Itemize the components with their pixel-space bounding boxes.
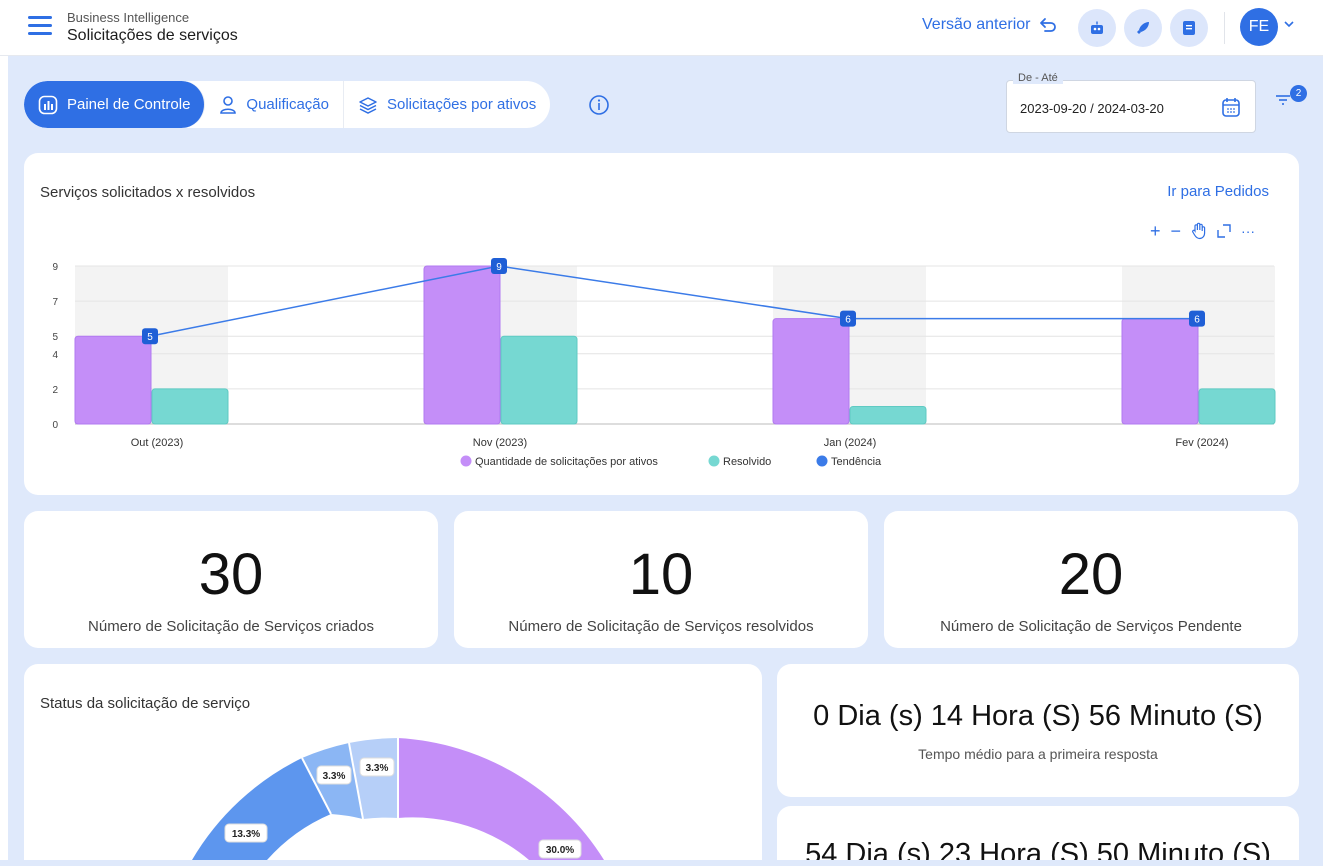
donut-label-text: 3.3% [366, 763, 389, 774]
bar-requests [74, 335, 152, 425]
requests-chart: 0 2 4 5 7 9 Out (2023) Nov (2023) Jan (2024) Fev … [52, 258, 1276, 468]
first-response-card: 0 Dia (s) 14 Hora (S) 56 Minuto (S) Temp… [777, 664, 1299, 797]
stat-card-pending: 20 Número de Solicitação de Serviços Pen… [884, 511, 1298, 648]
status-card: Status da solicitação de serviço 30.0% 1… [24, 664, 762, 864]
donut-label-text: 3.3% [323, 771, 346, 782]
data-label: 5 [147, 332, 153, 343]
stat-value: 30 [198, 542, 264, 607]
legend-marker [708, 455, 720, 467]
bar-resolved [849, 405, 927, 425]
stat-card-resolved: 10 Número de Solicitação de Serviços res… [454, 511, 868, 648]
y-tick-label: 7 [52, 297, 58, 308]
data-label: 9 [496, 262, 502, 273]
first-response-label: Tempo médio para a primeira resposta [918, 746, 1158, 762]
x-tick-label: Nov (2023) [473, 437, 527, 449]
bar-resolved [1198, 388, 1276, 425]
legend-label: Resolvido [723, 456, 771, 468]
first-response-value: 0 Dia (s) 14 Hora (S) 56 Minuto (S) [813, 700, 1263, 732]
y-tick-label: 4 [52, 350, 58, 361]
donut-label-3a: 3.3% [316, 765, 352, 785]
resolution-time-card: 54 Dia (s) 23 Hora (S) 50 Minuto (S) [777, 806, 1299, 866]
x-tick-label: Out (2023) [131, 437, 184, 449]
y-tick-label: 5 [52, 332, 58, 343]
y-tick-label: 0 [52, 420, 58, 431]
legend-label: Tendência [831, 456, 882, 468]
bar-requests [1121, 318, 1199, 425]
bar-requests [423, 265, 501, 425]
status-donut-chart: 30.0% 13.3% 3.3% 3.3% [192, 738, 604, 860]
legend-marker [816, 455, 828, 467]
donut-label-text: 30.0% [546, 845, 574, 856]
donut-label-3b: 3.3% [359, 757, 395, 777]
x-tick-label: Jan (2024) [824, 437, 877, 449]
bar-resolved [500, 335, 578, 425]
bar-requests [772, 318, 850, 425]
donut-label-30: 30.0% [538, 839, 582, 859]
donut-label-13: 13.3% [224, 823, 268, 843]
bar-resolved [151, 388, 229, 425]
y-tick-label: 2 [52, 385, 58, 396]
stat-card-created: 30 Número de Solicitação de Serviços cri… [24, 511, 438, 648]
bottom-edge [0, 860, 1323, 866]
donut-label-text: 13.3% [232, 829, 260, 840]
stat-value: 10 [628, 542, 694, 607]
stat-label: Número de Solicitação de Serviços criado… [88, 618, 374, 635]
data-label: 6 [1194, 315, 1200, 326]
x-tick-label: Fev (2024) [1175, 437, 1228, 449]
y-tick-label: 9 [52, 262, 58, 273]
legend-label: Quantidade de solicitações por ativos [475, 456, 658, 468]
stat-label: Número de Solicitação de Serviços Penden… [940, 618, 1242, 635]
stat-value: 20 [1058, 542, 1124, 607]
stat-label: Número de Solicitação de Serviços resolv… [508, 618, 814, 635]
data-label: 6 [845, 315, 851, 326]
legend-marker [460, 455, 472, 467]
